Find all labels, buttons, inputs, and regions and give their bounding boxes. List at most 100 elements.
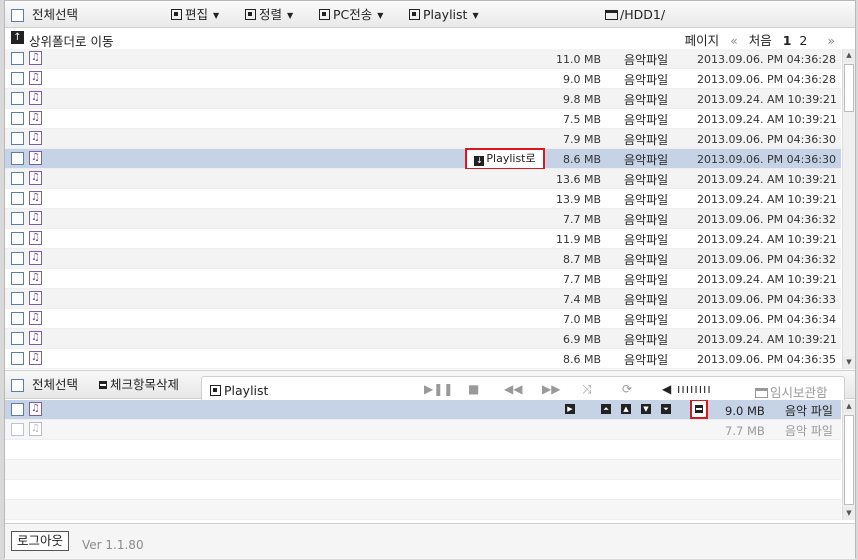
row-checkbox[interactable] [11, 403, 24, 416]
file-size: 6.9 MB [562, 333, 601, 346]
file-date: 2013.09.24. AM 10:39:21 [697, 233, 837, 246]
move-up-icon[interactable]: ▲ [621, 404, 631, 414]
select-all-checkbox[interactable] [11, 9, 24, 22]
scroll-up-icon[interactable]: ▲ [843, 400, 855, 413]
row-checkbox[interactable] [11, 152, 24, 165]
file-row[interactable]: ♫ 11.9 MB 음악파일 2013.09.24. AM 10:39:21 [5, 229, 841, 249]
row-checkbox[interactable] [11, 172, 24, 185]
temp-storage-tab[interactable]: 임시보관함 [755, 382, 828, 401]
row-checkbox[interactable] [11, 292, 24, 305]
playlist-select-all[interactable]: 전체선택 [11, 377, 78, 393]
up-folder-icon[interactable]: ↑ [11, 31, 24, 44]
playlist-menu[interactable]: Playlist ▼ [409, 7, 479, 23]
page-1-link[interactable]: 1 [783, 33, 792, 48]
move-down-icon[interactable]: ▼ [641, 404, 651, 414]
row-checkbox[interactable] [11, 112, 24, 125]
playlist-size: 7.7 MB [725, 424, 765, 438]
delete-checked-button[interactable]: 체크항목삭제 [99, 377, 179, 393]
page-2-link[interactable]: 2 [799, 33, 807, 48]
file-type: 음악파일 [624, 213, 669, 227]
file-row[interactable]: ♫ 6.9 MB 음악파일 2013.09.24. AM 10:39:21 [5, 329, 841, 349]
row-checkbox[interactable] [11, 132, 24, 145]
pc-transfer-menu[interactable]: PC전송 ▼ [319, 7, 383, 23]
row-checkbox[interactable] [11, 272, 24, 285]
file-date: 2013.09.24. AM 10:39:21 [697, 93, 837, 106]
file-row[interactable]: ♫ 7.9 MB 음악파일 2013.09.06. PM 04:36:30 [5, 129, 841, 149]
file-date: 2013.09.06. PM 04:36:28 [697, 73, 836, 86]
playlist-tab[interactable]: Playlist ▶❚❚ ■ ◀◀ ▶▶ ⤨ ⟳ ◀ ıııııııı 임시보관… [201, 376, 845, 401]
file-row[interactable]: ♫ 7.0 MB 음악파일 2013.09.06. PM 04:36:34 [5, 309, 841, 329]
row-checkbox[interactable] [11, 52, 24, 65]
sort-label: 정렬 [259, 7, 283, 22]
playlist-scrollbar[interactable]: ▲ ▼ [842, 400, 855, 520]
logout-button[interactable]: 로그아웃 [11, 531, 70, 551]
file-row[interactable]: ♫ 13.9 MB 음악파일 2013.09.24. AM 10:39:21 [5, 189, 841, 209]
play-icon[interactable]: ▶ [565, 404, 575, 414]
row-checkbox[interactable] [11, 92, 24, 105]
file-row[interactable]: ♫ 8.7 MB 음악파일 2013.09.06. PM 04:36:32 [5, 249, 841, 269]
play-pause-icon[interactable]: ▶❚❚ [424, 382, 453, 396]
sort-menu[interactable]: 정렬 ▼ [245, 7, 293, 23]
path-label: /HDD1/ [620, 7, 666, 22]
row-checkbox[interactable] [11, 192, 24, 205]
stop-icon[interactable]: ■ [468, 382, 479, 396]
first-page-link[interactable]: 처음 [749, 33, 772, 48]
file-row[interactable]: ♫ ↓ Playlist로 8.6 MB 음악파일 2013.09.06. PM 04:3… [5, 148, 841, 170]
scroll-thumb[interactable] [844, 64, 854, 112]
next-track-icon[interactable]: ▶▶ [542, 382, 560, 396]
file-type: 음악파일 [624, 93, 669, 107]
edit-menu[interactable]: 편집 ▼ [171, 7, 219, 23]
row-checkbox[interactable] [11, 312, 24, 325]
row-checkbox[interactable] [11, 252, 24, 265]
shuffle-icon[interactable]: ⤨ [582, 382, 592, 397]
playlist-row[interactable]: ♫ ▶ ⏶ ▲ ▼ ⏷ 9.0 MB 음악 파일 [5, 400, 841, 420]
file-type: 음악파일 [624, 253, 669, 267]
scroll-thumb[interactable] [844, 415, 854, 505]
file-row[interactable]: ♫ 9.8 MB 음악파일 2013.09.24. AM 10:39:21 [5, 89, 841, 109]
scroll-down-icon[interactable]: ▼ [843, 507, 855, 520]
file-list-scrollbar[interactable]: ▲ ▼ [842, 49, 855, 369]
file-size: 11.9 MB [555, 233, 601, 246]
playlist-select-all-checkbox[interactable] [11, 379, 24, 392]
file-type: 음악파일 [624, 153, 669, 167]
music-file-icon: ♫ [29, 211, 42, 225]
row-checkbox[interactable] [11, 352, 24, 365]
row-checkbox[interactable] [11, 72, 24, 85]
file-row[interactable]: ♫ 8.6 MB 음악파일 2013.09.06. PM 04:36:35 [5, 349, 841, 369]
main-toolbar: 전체선택 편집 ▼ 정렬 ▼ PC전송 ▼ Playlist ▼ /HDD1/ [5, 1, 855, 28]
file-size: 8.7 MB [562, 253, 601, 266]
pc-transfer-icon [319, 9, 330, 20]
file-size: 7.9 MB [562, 133, 601, 146]
file-size: 11.0 MB [555, 53, 601, 66]
next-page-icon[interactable]: » [827, 33, 835, 48]
file-type: 음악파일 [624, 313, 669, 327]
row-checkbox[interactable] [11, 332, 24, 345]
previous-track-icon[interactable]: ◀◀ [504, 382, 522, 396]
pager: 페이지 « 처음 1 2 » [678, 30, 835, 49]
download-icon: ↓ [474, 156, 485, 166]
playlist-row[interactable]: ♫ 7.7 MB 음악 파일 [5, 420, 841, 440]
row-checkbox[interactable] [11, 232, 24, 245]
folder-icon [605, 10, 618, 20]
file-row[interactable]: ♫ 7.4 MB 음악파일 2013.09.06. PM 04:36:33 [5, 289, 841, 309]
prev-page-icon[interactable]: « [730, 33, 738, 48]
up-folder-link[interactable]: 상위폴더로 이동 [29, 31, 113, 50]
file-row[interactable]: ♫ 7.7 MB 음악파일 2013.09.06. PM 04:36:32 [5, 209, 841, 229]
row-checkbox[interactable] [11, 423, 24, 436]
file-row[interactable]: ♫ 9.0 MB 음악파일 2013.09.06. PM 04:36:28 [5, 69, 841, 89]
scroll-up-icon[interactable]: ▲ [843, 49, 855, 62]
file-row[interactable]: ♫ 13.6 MB 음악파일 2013.09.24. AM 10:39:21 [5, 169, 841, 189]
add-to-playlist-button[interactable]: ↓ Playlist로 [465, 148, 545, 170]
volume-control[interactable]: ◀ ıııııııı [662, 382, 712, 396]
select-all[interactable]: 전체선택 [11, 7, 78, 23]
repeat-icon[interactable]: ⟳ [622, 382, 632, 396]
file-size: 7.7 MB [562, 213, 601, 226]
file-row[interactable]: ♫ 7.7 MB 음악파일 2013.09.24. AM 10:39:21 [5, 269, 841, 289]
row-checkbox[interactable] [11, 212, 24, 225]
remove-from-playlist-button[interactable] [690, 400, 708, 419]
file-row[interactable]: ♫ 7.5 MB 음악파일 2013.09.24. AM 10:39:21 [5, 109, 841, 129]
file-row[interactable]: ♫ 11.0 MB 음악파일 2013.09.06. PM 04:36:28 [5, 49, 841, 69]
move-top-icon[interactable]: ⏶ [601, 404, 611, 414]
move-bottom-icon[interactable]: ⏷ [661, 404, 671, 414]
scroll-down-icon[interactable]: ▼ [843, 356, 855, 369]
